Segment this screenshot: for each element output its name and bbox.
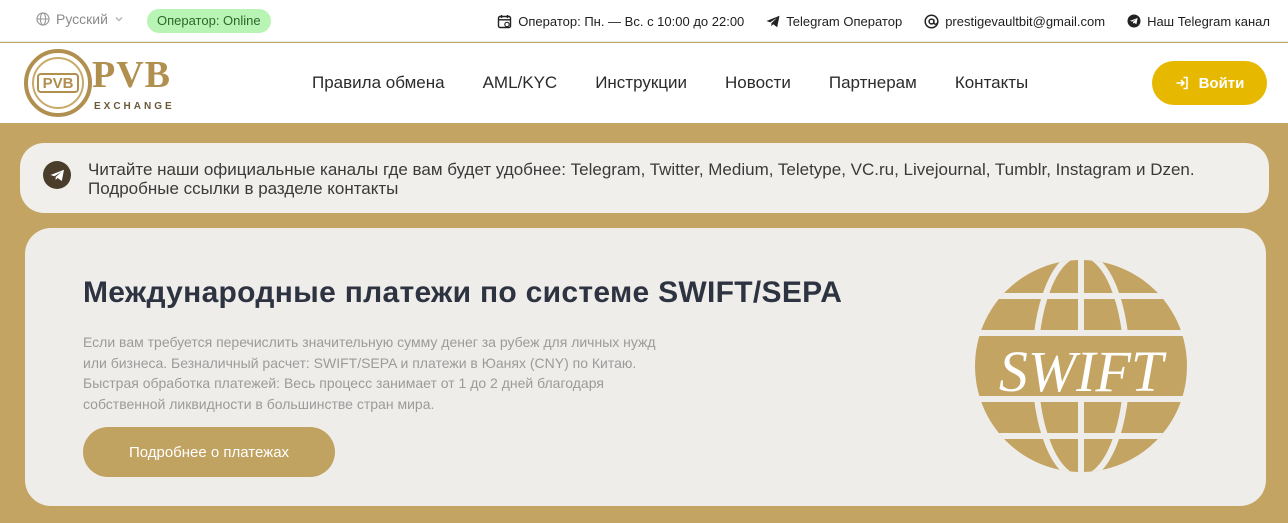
swift-globe-logo: SWIFT: [973, 260, 1189, 472]
telegram-operator-link[interactable]: Telegram Оператор: [766, 14, 902, 29]
nav-contacts[interactable]: Контакты: [936, 73, 1047, 93]
main-nav: Правила обмена AML/KYC Инструкции Новост…: [293, 43, 1047, 123]
email-link[interactable]: prestigevaultbit@gmail.com: [924, 14, 1105, 29]
language-label: Русский: [56, 11, 108, 27]
nav-instructions[interactable]: Инструкции: [576, 73, 706, 93]
contact-links: Оператор: Пн. — Вс. с 10:00 до 22:00 Tel…: [497, 0, 1270, 42]
notice-line-2: Подробные ссылки в разделе контакты: [88, 179, 399, 198]
login-icon: [1176, 76, 1188, 90]
nav-news[interactable]: Новости: [706, 73, 810, 93]
notice-telegram-badge: [43, 161, 71, 189]
telegram-icon: [50, 169, 64, 181]
chevron-down-icon: [115, 17, 123, 22]
site-logo[interactable]: PVB PVB EXCHANGE: [22, 47, 192, 119]
at-icon: [924, 13, 939, 29]
language-selector[interactable]: Русский: [36, 11, 124, 27]
telegram-icon: [766, 15, 780, 27]
telegram-operator-label: Telegram Оператор: [786, 13, 903, 29]
operator-status-badge: Оператор: Online: [147, 9, 271, 33]
nav-aml-kyc[interactable]: AML/KYC: [464, 73, 577, 93]
notice-line-1: Читайте наши официальные каналы где вам …: [88, 160, 1195, 179]
telegram-channel-label: Наш Telegram канал: [1147, 13, 1270, 29]
swift-logo-text: SWIFT: [999, 339, 1167, 404]
hero-description: Если вам требуется перечислить значитель…: [83, 334, 656, 412]
notice-text: Читайте наши официальные каналы где вам …: [88, 160, 1195, 198]
payments-details-button[interactable]: Подробнее о платежах: [83, 427, 335, 477]
channels-notice: Читайте наши официальные каналы где вам …: [20, 143, 1269, 213]
swift-hero-card: Международные платежи по системе SWIFT/S…: [25, 228, 1266, 506]
telegram-icon: [1127, 14, 1141, 28]
globe-icon: [36, 12, 50, 26]
nav-exchange-rules[interactable]: Правила обмена: [293, 73, 464, 93]
logo-subtext: EXCHANGE: [94, 101, 175, 112]
operator-hours-label: Оператор: Пн. — Вс. с 10:00 до 22:00: [518, 13, 745, 29]
telegram-channel-link[interactable]: Наш Telegram канал: [1127, 14, 1270, 29]
login-label: Войти: [1198, 74, 1245, 92]
nav-partners[interactable]: Партнерам: [810, 73, 936, 93]
top-bar: Русский Оператор: Online Оператор: Пн. —…: [0, 0, 1288, 42]
hero-title: Международные платежи по системе SWIFT/S…: [83, 276, 843, 309]
operator-hours: Оператор: Пн. — Вс. с 10:00 до 22:00: [497, 14, 744, 29]
logo-mark-text: PVB: [43, 75, 74, 92]
login-button[interactable]: Войти: [1152, 61, 1267, 105]
calendar-icon: [498, 14, 512, 28]
email-label: prestigevaultbit@gmail.com: [945, 13, 1106, 29]
pvb-logo-icon: PVB: [24, 49, 92, 117]
main-header: PVB PVB EXCHANGE Правила обмена AML/KYC …: [0, 43, 1288, 123]
logo-text: PVB: [92, 54, 171, 96]
